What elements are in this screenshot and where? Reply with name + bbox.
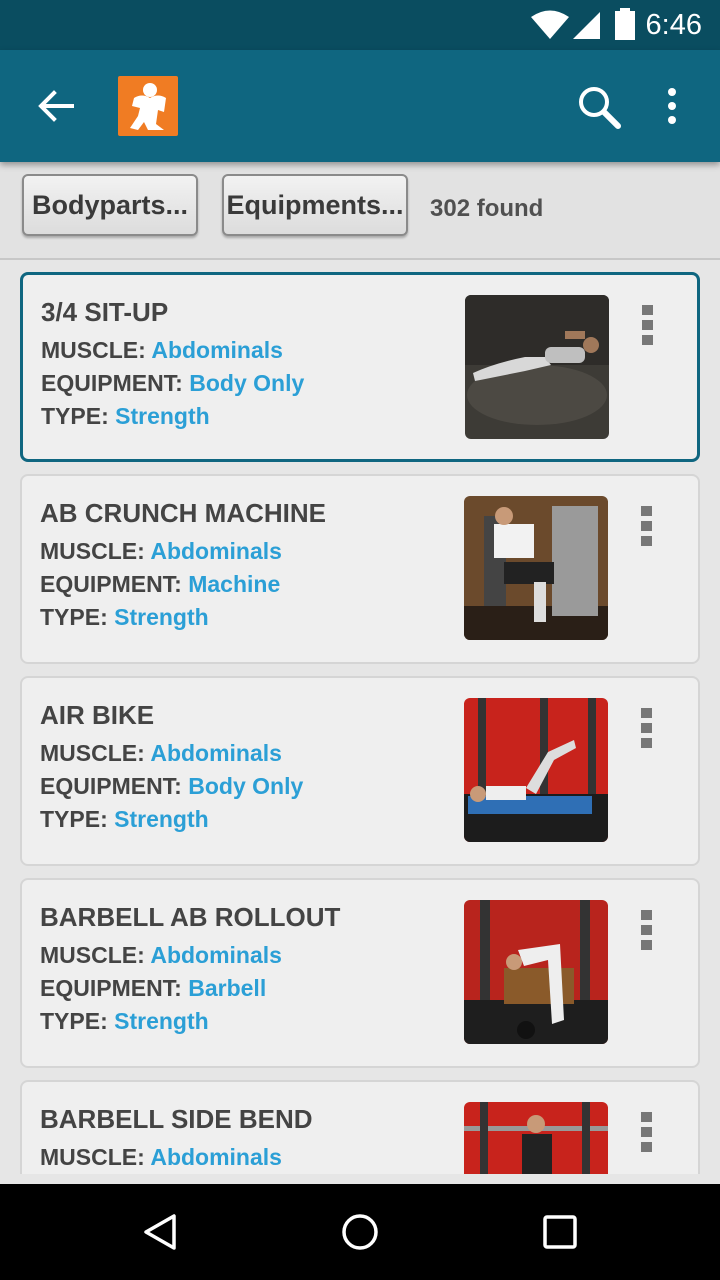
type-value: Strength	[114, 604, 209, 630]
exercise-thumbnail[interactable]	[464, 900, 608, 1044]
muscle-label: MUSCLE:	[40, 1144, 145, 1170]
type-value: Strength	[114, 1008, 209, 1034]
type-row: TYPE: Strength	[40, 604, 209, 631]
equipment-value: Body Only	[189, 370, 305, 396]
filter-bar: Bodyparts... Equipments... 302 found	[0, 162, 720, 260]
equipment-value: Barbell	[188, 975, 267, 1001]
muscle-label: MUSCLE:	[40, 942, 145, 968]
muscle-label: MUSCLE:	[41, 337, 146, 363]
exercise-name: AIR BIKE	[40, 700, 155, 730]
equipment-row: EQUIPMENT: Body Only	[40, 773, 303, 800]
muscle-row: MUSCLE: Abdominals	[40, 942, 282, 969]
equipment-label: EQUIPMENT:	[40, 571, 182, 597]
equipment-label: EQUIPMENT:	[41, 370, 183, 396]
exercise-card[interactable]: BARBELL SIDE BEND MUSCLE: Abdominals	[20, 1080, 700, 1174]
muscle-row: MUSCLE: Abdominals	[40, 1144, 282, 1171]
muscle-value: Abdominals	[150, 538, 282, 564]
muscle-label: MUSCLE:	[40, 538, 145, 564]
battery-icon	[615, 8, 635, 40]
type-label: TYPE:	[40, 604, 108, 630]
exercise-name: BARBELL AB ROLLOUT	[40, 902, 341, 932]
exercise-thumbnail[interactable]	[465, 295, 609, 439]
more-vert-icon[interactable]	[636, 504, 658, 548]
system-nav-bar	[0, 1184, 720, 1280]
exercise-card[interactable]: BARBELL AB ROLLOUT MUSCLE: Abdominals EQ…	[20, 878, 700, 1068]
equipment-row: EQUIPMENT: Barbell	[40, 975, 266, 1002]
exercise-card[interactable]: AIR BIKE MUSCLE: Abdominals EQUIPMENT: B…	[20, 676, 700, 866]
equipment-label: EQUIPMENT:	[40, 773, 182, 799]
search-icon[interactable]	[574, 82, 624, 132]
muscle-value: Abdominals	[150, 942, 282, 968]
wifi-icon	[531, 10, 569, 39]
clock: 6:46	[645, 9, 702, 41]
exercise-thumbnail[interactable]	[464, 496, 608, 640]
type-value: Strength	[115, 403, 210, 429]
exercise-thumbnail[interactable]	[464, 698, 608, 842]
muscle-row: MUSCLE: Abdominals	[40, 740, 282, 767]
equipment-label: EQUIPMENT:	[40, 975, 182, 1001]
bodybuilder-logo-icon	[130, 83, 166, 130]
type-label: TYPE:	[41, 403, 109, 429]
exercise-name: 3/4 SIT-UP	[41, 297, 169, 327]
muscle-label: MUSCLE:	[40, 740, 145, 766]
muscle-value: Abdominals	[151, 337, 283, 363]
status-bar: 6:46	[0, 0, 720, 50]
bodyparts-filter-button[interactable]: Bodyparts...	[22, 174, 198, 236]
exercise-card[interactable]: 3/4 SIT-UP MUSCLE: Abdominals EQUIPMENT:…	[20, 272, 700, 462]
muscle-row: MUSCLE: Abdominals	[41, 337, 283, 364]
app-logo	[118, 76, 178, 136]
exercise-thumbnail[interactable]	[464, 1102, 608, 1174]
type-row: TYPE: Strength	[40, 806, 209, 833]
more-vert-icon[interactable]	[660, 86, 684, 126]
more-vert-icon[interactable]	[636, 706, 658, 750]
muscle-row: MUSCLE: Abdominals	[40, 538, 282, 565]
more-vert-icon[interactable]	[637, 303, 659, 347]
muscle-value: Abdominals	[150, 1144, 282, 1170]
recents-nav-icon[interactable]	[542, 1214, 578, 1250]
type-row: TYPE: Strength	[41, 403, 210, 430]
exercise-list[interactable]: 3/4 SIT-UP MUSCLE: Abdominals EQUIPMENT:…	[0, 262, 720, 1174]
arrow-left-icon[interactable]	[34, 84, 78, 128]
equipment-row: EQUIPMENT: Body Only	[41, 370, 304, 397]
muscle-value: Abdominals	[150, 740, 282, 766]
type-row: TYPE: Strength	[40, 1008, 209, 1035]
home-nav-icon[interactable]	[340, 1212, 380, 1252]
results-count: 302 found	[430, 195, 544, 222]
exercise-card[interactable]: AB CRUNCH MACHINE MUSCLE: Abdominals EQU…	[20, 474, 700, 664]
type-value: Strength	[114, 806, 209, 832]
type-label: TYPE:	[40, 806, 108, 832]
type-label: TYPE:	[40, 1008, 108, 1034]
cell-signal-icon	[573, 12, 600, 39]
equipments-filter-button[interactable]: Equipments...	[222, 174, 408, 236]
equipment-value: Machine	[188, 571, 281, 597]
back-nav-icon[interactable]	[140, 1212, 180, 1252]
more-vert-icon[interactable]	[636, 908, 658, 952]
exercise-name: AB CRUNCH MACHINE	[40, 498, 326, 528]
more-vert-icon[interactable]	[636, 1110, 658, 1154]
equipment-row: EQUIPMENT: Machine	[40, 571, 280, 598]
app-bar	[0, 50, 720, 162]
equipment-value: Body Only	[188, 773, 304, 799]
exercise-name: BARBELL SIDE BEND	[40, 1104, 313, 1134]
